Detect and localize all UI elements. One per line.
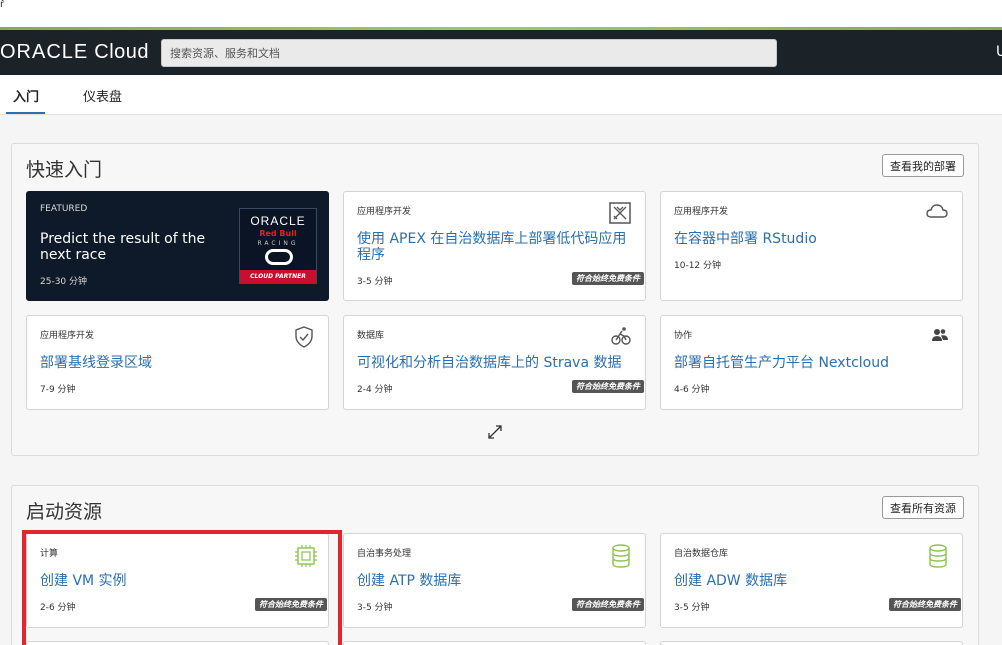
featured-card[interactable]: FEATURED Predict the result of the next … <box>26 191 329 301</box>
quickstart-card-apex[interactable]: 应用程序开发 使用 APEX 在自治数据库上部署低代码应用程序 3-5 分钟 符… <box>343 191 646 301</box>
database-icon <box>928 544 948 572</box>
card-category: 自治事务处理 <box>357 549 412 559</box>
card-duration: 10-12 分钟 <box>674 261 722 271</box>
card-duration: 2-4 分钟 <box>357 385 393 395</box>
card-title[interactable]: 创建 ADW 数据库 <box>674 573 944 589</box>
logo-brand: ORACLE <box>0 41 89 63</box>
card-duration: 3-5 分钟 <box>357 603 393 613</box>
shield-icon <box>294 326 314 352</box>
card-category: 协作 <box>674 331 693 341</box>
card-category: 应用程序开发 <box>357 207 412 217</box>
free-tier-badge: 符合始终免费条件 <box>572 598 644 611</box>
card-duration: 3-5 分钟 <box>357 277 393 287</box>
tab-get-started[interactable]: 入门 <box>13 86 39 105</box>
quickstart-card-landing-zone[interactable]: 应用程序开发 部署基线登录区域 7-9 分钟 <box>26 315 329 410</box>
page-tabs: 入门 仪表盘 <box>0 75 1002 115</box>
users-icon <box>932 327 948 346</box>
card-title[interactable]: 部署基线登录区域 <box>40 355 310 371</box>
oracle-cloud-logo[interactable]: ORACLE Cloud <box>0 41 149 65</box>
card-duration: 3-5 分钟 <box>674 603 710 613</box>
corner-mark: ř <box>0 0 5 10</box>
cycling-icon <box>611 326 631 350</box>
highlight-box <box>22 530 342 645</box>
card-category: 应用程序开发 <box>40 331 95 341</box>
card-category: 自治数据仓库 <box>674 549 729 559</box>
quickstart-title: 快速入门 <box>26 159 103 181</box>
card-title[interactable]: 可视化和分析自治数据库上的 Strava 数据 <box>357 355 627 371</box>
database-icon <box>611 544 631 572</box>
card-duration: 25-30 分钟 <box>40 277 88 287</box>
profile-menu[interactable]: U <box>996 44 1002 60</box>
free-tier-badge: 符合始终免费条件 <box>889 598 961 611</box>
free-tier-badge: 符合始终免费条件 <box>572 380 644 393</box>
cloud-icon <box>926 202 948 224</box>
card-title[interactable]: 使用 APEX 在自治数据库上部署低代码应用程序 <box>357 231 627 263</box>
launch-card-partial[interactable] <box>660 641 963 645</box>
search-input[interactable] <box>161 39 777 67</box>
logo-product: Cloud <box>94 41 150 63</box>
oracle-redbull-logo: ORACLE Red Bull RACING CLOUD PARTNER <box>239 208 317 284</box>
card-title[interactable]: Predict the result of the next race <box>40 231 220 263</box>
card-duration: 4-6 分钟 <box>674 385 710 395</box>
launch-card-partial[interactable] <box>343 641 646 645</box>
launch-card-atp[interactable]: 自治事务处理 创建 ATP 数据库 3-5 分钟 符合始终免费条件 <box>343 533 646 628</box>
card-category: FEATURED <box>40 204 88 214</box>
expand-icon[interactable] <box>487 424 503 440</box>
card-title[interactable]: 创建 ATP 数据库 <box>357 573 627 589</box>
active-tab-indicator <box>6 112 45 114</box>
launch-resources-title: 启动资源 <box>26 501 103 523</box>
quickstart-card-nextcloud[interactable]: 协作 部署自托管生产力平台 Nextcloud 4-6 分钟 <box>660 315 963 410</box>
card-title[interactable]: 在容器中部署 RStudio <box>674 231 944 247</box>
browser-top-strip: ř <box>0 0 1002 27</box>
card-title[interactable]: 部署自托管生产力平台 Nextcloud <box>674 355 944 371</box>
card-category: 应用程序开发 <box>674 207 729 217</box>
view-my-deployments-button[interactable]: 查看我的部署 <box>882 154 964 177</box>
launch-card-adw[interactable]: 自治数据仓库 创建 ADW 数据库 3-5 分钟 符合始终免费条件 <box>660 533 963 628</box>
top-header: ORACLECloud U <box>0 30 1002 75</box>
view-all-resources-button[interactable]: 查看所有资源 <box>882 496 964 519</box>
card-category: 数据库 <box>357 331 385 341</box>
free-tier-badge: 符合始终免费条件 <box>572 272 644 285</box>
quickstart-card-strava[interactable]: 数据库 可视化和分析自治数据库上的 Strava 数据 2-4 分钟 符合始终免… <box>343 315 646 410</box>
card-duration: 7-9 分钟 <box>40 385 76 395</box>
quickstart-card-rstudio[interactable]: 应用程序开发 在容器中部署 RStudio 10-12 分钟 <box>660 191 963 301</box>
tab-dashboard[interactable]: 仪表盘 <box>83 86 122 105</box>
apex-icon <box>609 202 631 228</box>
